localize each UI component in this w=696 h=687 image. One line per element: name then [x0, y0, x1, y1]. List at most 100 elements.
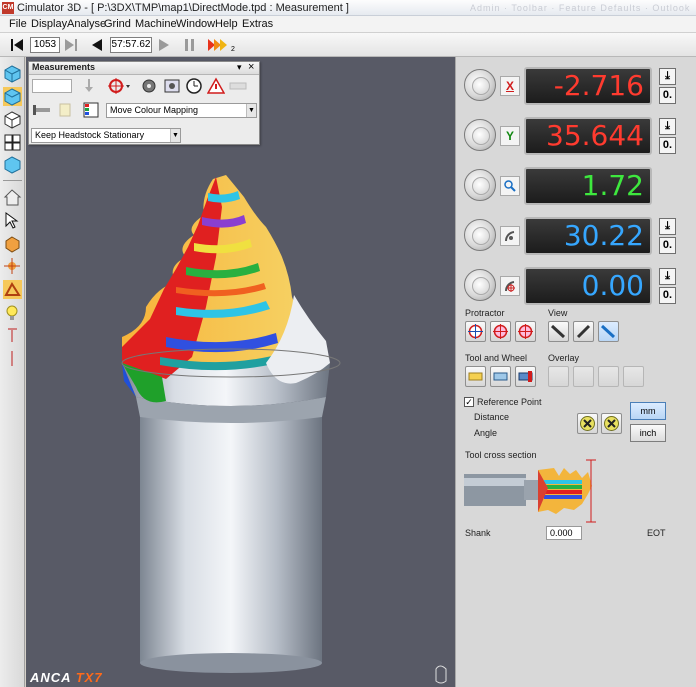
magnifier-icon — [500, 176, 520, 196]
tool-btn-2[interactable] — [490, 366, 511, 387]
tool-align-icon[interactable] — [32, 101, 52, 119]
overlay-btn-1[interactable] — [548, 366, 569, 387]
snap-down-icon[interactable] — [80, 77, 98, 95]
menu-analyse[interactable]: Analyse — [67, 18, 106, 30]
ruler-icon[interactable] — [228, 77, 248, 95]
cube-iso-icon[interactable] — [3, 155, 22, 174]
frame-field[interactable]: 1053 — [30, 37, 60, 53]
x-snap-button[interactable]: ⤓ — [659, 68, 676, 85]
measure-tool-icon[interactable] — [3, 280, 22, 299]
tool-btn-1[interactable] — [465, 366, 486, 387]
axis-tool-icon[interactable] — [3, 349, 22, 368]
colour-mapping-select[interactable]: Move Colour Mapping ▼ — [106, 103, 257, 118]
colour-mapping-value: Move Colour Mapping — [110, 105, 199, 115]
dock-menu-icon[interactable]: ▾ — [237, 62, 242, 73]
y-zero-button[interactable]: 0. — [659, 137, 676, 154]
go-to-start-icon[interactable] — [8, 36, 26, 54]
view-btn-1[interactable] — [548, 321, 569, 342]
rotate-view-icon[interactable] — [3, 234, 22, 253]
menu-grind[interactable]: Grind — [104, 18, 131, 30]
brand-tx7: TX7 — [75, 670, 103, 685]
colour-map-icon[interactable] — [82, 101, 100, 119]
angle-snap-button[interactable]: ⤓ — [659, 218, 676, 235]
angle-zero-button[interactable]: 0. — [659, 237, 676, 254]
playback-toolbar: 1053 57:57.62 2 — [0, 33, 696, 57]
pointer-icon[interactable] — [3, 211, 22, 230]
menu-help[interactable]: Help — [215, 18, 238, 30]
radius-snap-button[interactable]: ⤓ — [659, 268, 676, 285]
cube-view-icon[interactable] — [3, 64, 22, 83]
distance-label: Distance — [474, 412, 510, 422]
x-knob[interactable] — [464, 69, 496, 101]
y-axis-label: Y — [500, 126, 520, 146]
zoom-knob[interactable] — [464, 169, 496, 201]
shank-value-field[interactable]: 0.000 — [546, 526, 582, 540]
y-knob[interactable] — [464, 119, 496, 151]
clear-reference-button[interactable] — [577, 413, 598, 434]
menu-display[interactable]: Display — [31, 18, 67, 30]
warning-icon[interactable] — [207, 77, 225, 95]
axis-row-y: Y 35.644 ⤓ 0. — [462, 114, 687, 156]
radius-zero-button[interactable]: 0. — [659, 287, 676, 304]
close-icon[interactable]: × — [248, 61, 254, 73]
pause-icon[interactable] — [181, 36, 199, 54]
angle-knob[interactable] — [464, 219, 496, 251]
measurement-value-field[interactable] — [32, 79, 72, 93]
cancel-reference-button[interactable] — [601, 413, 622, 434]
target-dropdown-icon[interactable] — [107, 77, 131, 95]
screenshot-icon[interactable] — [163, 77, 181, 95]
y-snap-button[interactable]: ⤓ — [659, 118, 676, 135]
cube-front-icon[interactable] — [3, 87, 22, 106]
radius-display: 0.00 — [524, 267, 652, 305]
x-zero-button[interactable]: 0. — [659, 87, 676, 104]
radius-icon — [500, 276, 520, 296]
view-btn-2[interactable] — [573, 321, 594, 342]
menu-window[interactable]: Window — [176, 18, 215, 30]
measurements-header[interactable]: Measurements ▾ × — [29, 61, 259, 75]
time-field[interactable]: 57:57.62 — [110, 37, 152, 53]
window-title: Cimulator 3D - [ P:\3DX\TMP\map1\DirectM… — [17, 2, 349, 14]
play-icon[interactable] — [155, 36, 173, 54]
menu-file[interactable]: File — [9, 18, 27, 30]
play-reverse-icon[interactable] — [88, 36, 106, 54]
measurements-title: Measurements — [32, 62, 96, 72]
inch-button[interactable]: inch — [630, 424, 666, 442]
zoom-display: 1.72 — [524, 167, 652, 205]
tool-btn-3[interactable] — [515, 366, 536, 387]
gear-icon[interactable] — [140, 77, 158, 95]
measurements-window[interactable]: Measurements ▾ × Move Colour Mapping ▼ K… — [28, 61, 260, 145]
menu-extras[interactable]: Extras — [242, 18, 273, 30]
axis-row-x: X -2.716 ⤓ 0. — [462, 64, 687, 106]
edit-disabled-icon[interactable] — [56, 101, 74, 119]
reference-point-checkbox[interactable]: ✓ — [464, 397, 474, 407]
overlay-btn-2[interactable] — [573, 366, 594, 387]
eot-label: EOT — [647, 528, 666, 538]
cube-wire-icon[interactable] — [3, 110, 22, 129]
fast-forward-icon[interactable] — [206, 36, 230, 54]
menu-bar: File Display Analyse Grind Machine Windo… — [0, 16, 696, 33]
protractor-btn-3[interactable] — [515, 321, 536, 342]
axis-row-radius: 0.00 ⤓ 0. — [462, 264, 687, 306]
home-icon[interactable] — [3, 188, 22, 207]
reference-point-label: Reference Point — [477, 397, 542, 407]
overlay-btn-4[interactable] — [623, 366, 644, 387]
protractor-btn-2[interactable] — [490, 321, 511, 342]
3d-viewport[interactable]: ANCA TX7 — [26, 57, 455, 687]
shank-label: Shank — [465, 528, 491, 538]
overlay-btn-3[interactable] — [598, 366, 619, 387]
menu-machine[interactable]: Machine — [135, 18, 177, 30]
step-end-icon[interactable] — [62, 36, 80, 54]
mm-button[interactable]: mm — [630, 402, 666, 420]
radius-knob[interactable] — [464, 269, 496, 301]
clock-icon[interactable] — [185, 77, 203, 95]
light-bulb-icon[interactable] — [3, 303, 22, 322]
view-btn-3[interactable] — [598, 321, 619, 342]
cubes-multi-icon[interactable] — [3, 133, 22, 152]
headstock-select[interactable]: Keep Headstock Stationary ▼ — [31, 128, 181, 143]
section-tool-icon[interactable] — [3, 326, 22, 345]
chevron-down-icon: ▼ — [246, 104, 256, 117]
zoom-view-icon[interactable] — [3, 257, 22, 276]
measurement-panel: X -2.716 ⤓ 0. Y 35.644 ⤓ 0. 1.72 30.22 ⤓… — [455, 57, 696, 687]
x-display: -2.716 — [524, 67, 652, 105]
protractor-btn-1[interactable] — [465, 321, 486, 342]
